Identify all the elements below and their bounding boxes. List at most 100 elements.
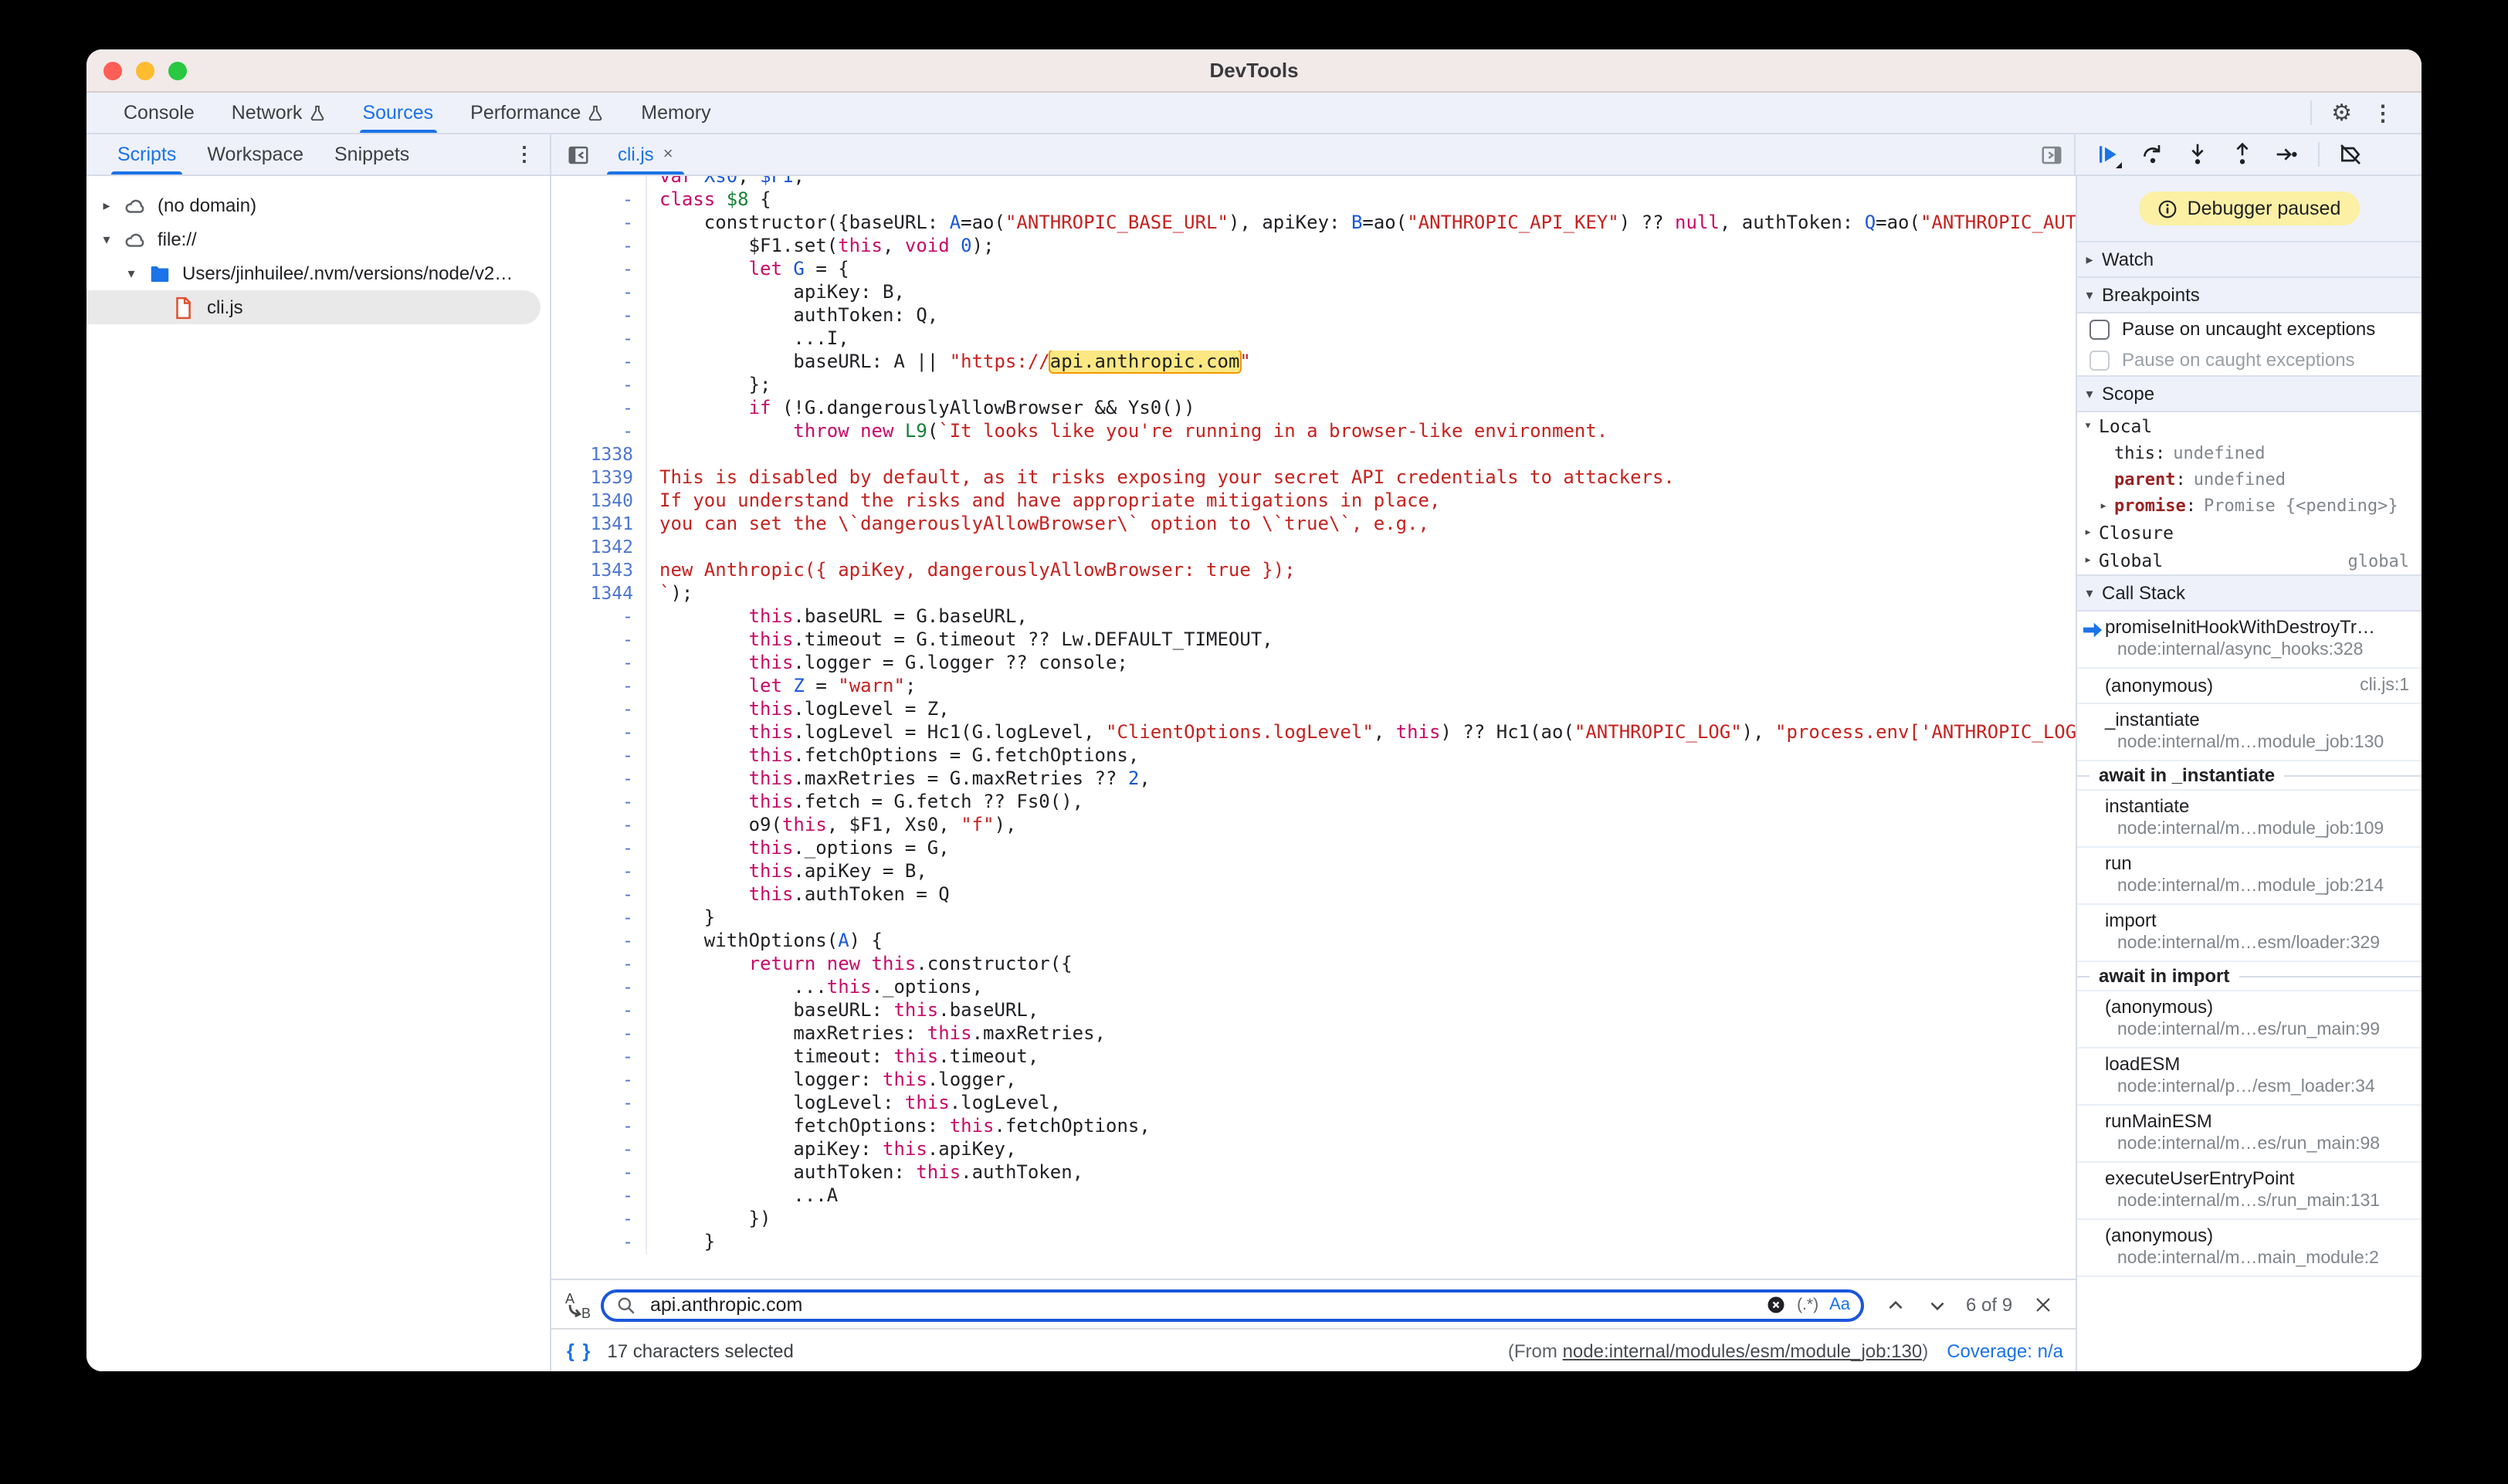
tab-sources[interactable]: Sources: [344, 93, 452, 133]
line-gutter[interactable]: -: [551, 1045, 647, 1069]
line-gutter[interactable]: -: [551, 188, 647, 212]
source-origin-link[interactable]: node:internal/modules/esm/module_job:130: [1563, 1340, 1923, 1361]
code-line[interactable]: - logLevel: this.logLevel,: [551, 1092, 2076, 1115]
code-line[interactable]: - ...A: [551, 1184, 2076, 1208]
call-stack-frame[interactable]: (anonymous)node:internal/m…main_module:2: [2077, 1220, 2422, 1277]
tree-item--no-domain-[interactable]: ▸(no domain): [86, 188, 550, 222]
checkbox[interactable]: [2089, 350, 2110, 370]
scope-section-local[interactable]: ▾Local: [2077, 412, 2422, 440]
code-line[interactable]: - };: [551, 374, 2076, 397]
chevron-right-icon[interactable]: ▸: [99, 197, 114, 214]
line-gutter[interactable]: -: [551, 351, 647, 374]
line-gutter[interactable]: -: [551, 652, 647, 675]
code-line[interactable]: - constructor({baseURL: A=ao("ANTHROPIC_…: [551, 212, 2076, 235]
code-line[interactable]: - this.fetchOptions = G.fetchOptions,: [551, 744, 2076, 767]
code-line[interactable]: - let Z = "warn";: [551, 675, 2076, 698]
code-line[interactable]: - maxRetries: this.maxRetries,: [551, 1022, 2076, 1045]
code-line[interactable]: - this.maxRetries = G.maxRetries ?? 2,: [551, 767, 2076, 791]
line-gutter[interactable]: -: [551, 906, 647, 930]
line-gutter[interactable]: -: [551, 1069, 647, 1092]
code-line[interactable]: - fetchOptions: this.fetchOptions,: [551, 1115, 2076, 1138]
code-line[interactable]: - this.logLevel = Z,: [551, 698, 2076, 721]
line-gutter[interactable]: -: [551, 860, 647, 883]
close-search-icon[interactable]: [2034, 1296, 2052, 1314]
line-gutter[interactable]: -: [551, 999, 647, 1022]
line-gutter[interactable]: 1343: [551, 559, 647, 582]
call-stack-frame[interactable]: (anonymous)cli.js:1: [2077, 669, 2422, 704]
code-line[interactable]: - timeout: this.timeout,: [551, 1045, 2076, 1069]
clear-search-icon[interactable]: [1764, 1294, 1786, 1316]
code-line[interactable]: 1340If you understand the risks and have…: [551, 490, 2076, 513]
step-button[interactable]: [2273, 141, 2301, 168]
call-stack-frame[interactable]: promiseInitHookWithDestroyTr…node:intern…: [2077, 612, 2422, 669]
tree-item-users-jinhuilee-nvm-versions-node-v2-[interactable]: ▾Users/jinhuilee/.nvm/versions/node/v2…: [86, 256, 550, 290]
code-line[interactable]: - this.logLevel = Hc1(G.logLevel, "Clien…: [551, 721, 2076, 744]
code-line[interactable]: - logger: this.logger,: [551, 1069, 2076, 1092]
line-gutter[interactable]: -: [551, 212, 647, 235]
sidebar-tab-scripts[interactable]: Scripts: [102, 134, 191, 174]
code-line[interactable]: - return new this.constructor({: [551, 953, 2076, 976]
code-line[interactable]: - }): [551, 1208, 2076, 1231]
call-stack-frame[interactable]: (anonymous)node:internal/m…es/run_main:9…: [2077, 991, 2422, 1049]
line-gutter[interactable]: -: [551, 1138, 647, 1161]
toggle-navigator-panel-icon[interactable]: [564, 141, 591, 168]
call-stack-frame[interactable]: _instantiatenode:internal/m…module_job:1…: [2077, 704, 2422, 761]
checkbox[interactable]: [2089, 319, 2110, 339]
scope-section-closure[interactable]: ▸Closure: [2077, 519, 2422, 547]
line-gutter[interactable]: 1338: [551, 443, 647, 466]
line-gutter[interactable]: -: [551, 1208, 647, 1231]
toggle-debugger-panel-icon[interactable]: [2037, 141, 2065, 168]
sidebar-tab-snippets[interactable]: Snippets: [319, 134, 425, 174]
section-breakpoints[interactable]: ▾ Breakpoints: [2077, 278, 2422, 313]
regex-toggle[interactable]: (.*): [1797, 1296, 1818, 1314]
code-line[interactable]: - throw new L9(`It looks like you're run…: [551, 420, 2076, 443]
code-line[interactable]: - authToken: this.authToken,: [551, 1161, 2076, 1184]
code-line[interactable]: 1344`);: [551, 582, 2076, 605]
chevron-down-icon[interactable]: ▾: [99, 231, 114, 248]
code-line[interactable]: 1342: [551, 536, 2076, 559]
code-line[interactable]: -class $8 {: [551, 188, 2076, 212]
code-line[interactable]: - withOptions(A) {: [551, 930, 2076, 953]
close-tab-icon[interactable]: ×: [663, 145, 673, 164]
section-watch[interactable]: ▸ Watch: [2077, 241, 2422, 278]
resume-script-button[interactable]: [2094, 141, 2122, 168]
code-line[interactable]: - if (!G.dangerouslyAllowBrowser && Ys0(…: [551, 397, 2076, 420]
section-call-stack[interactable]: ▾ Call Stack: [2077, 574, 2422, 612]
code-line[interactable]: - }: [551, 906, 2076, 930]
line-gutter[interactable]: -: [551, 281, 647, 304]
line-gutter[interactable]: -: [551, 1161, 647, 1184]
tree-item-cli-js[interactable]: cli.js: [86, 290, 541, 324]
line-gutter[interactable]: [551, 176, 647, 188]
line-gutter[interactable]: -: [551, 1231, 647, 1254]
line-gutter[interactable]: -: [551, 374, 647, 397]
pretty-print-icon[interactable]: { }: [567, 1340, 591, 1361]
code-line[interactable]: - this.baseURL = G.baseURL,: [551, 605, 2076, 628]
line-gutter[interactable]: -: [551, 235, 647, 258]
deactivate-breakpoints-button[interactable]: [2337, 141, 2364, 168]
line-gutter[interactable]: -: [551, 976, 647, 999]
code-line[interactable]: - apiKey: this.apiKey,: [551, 1138, 2076, 1161]
coverage-link[interactable]: Coverage: n/a: [1947, 1340, 2063, 1361]
scope-section-global[interactable]: ▸Globalglobal: [2077, 547, 2422, 574]
more-options-icon[interactable]: ⋮: [2372, 102, 2394, 124]
step-into-button[interactable]: [2184, 141, 2211, 168]
line-gutter[interactable]: 1342: [551, 536, 647, 559]
code-line[interactable]: - this.apiKey = B,: [551, 860, 2076, 883]
call-stack-frame[interactable]: runMainESMnode:internal/m…es/run_main:98: [2077, 1106, 2422, 1163]
line-gutter[interactable]: -: [551, 327, 647, 351]
line-gutter[interactable]: -: [551, 814, 647, 837]
scope-variable[interactable]: this:undefined: [2077, 440, 2422, 466]
search-previous-icon[interactable]: [1886, 1295, 1906, 1315]
call-stack-frame[interactable]: loadESMnode:internal/p…/esm_loader:34: [2077, 1049, 2422, 1106]
call-stack-frame[interactable]: instantiatenode:internal/m…module_job:10…: [2077, 791, 2422, 848]
line-gutter[interactable]: -: [551, 837, 647, 860]
line-gutter[interactable]: -: [551, 744, 647, 767]
section-scope[interactable]: ▾ Scope: [2077, 375, 2422, 412]
line-gutter[interactable]: -: [551, 628, 647, 652]
scope-variable[interactable]: ▸promise:Promise {<pending>}: [2077, 493, 2422, 519]
code-line[interactable]: - let G = {: [551, 258, 2076, 281]
line-gutter[interactable]: -: [551, 605, 647, 628]
chevron-down-icon[interactable]: ▾: [124, 265, 139, 282]
tab-memory[interactable]: Memory: [622, 93, 729, 133]
line-gutter[interactable]: -: [551, 1115, 647, 1138]
